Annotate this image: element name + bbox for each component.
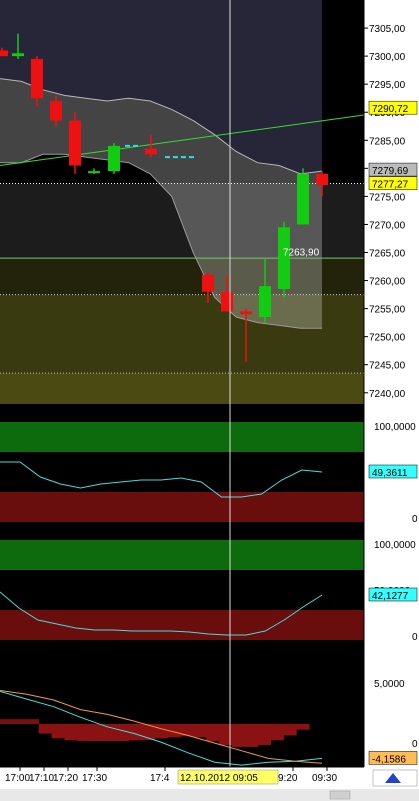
histogram-bar [206,723,220,742]
y-tick-label: 7295,00 [369,80,406,91]
horizontal-scrollbar[interactable] [0,789,419,801]
y-tick-label: 7285,00 [369,136,406,147]
sub-y-tick-label: 100,0000 [374,540,416,551]
price-tag-label: 7279,69 [372,166,409,177]
candle-body [240,311,252,315]
candle-body [108,145,120,172]
histogram-bar [51,723,65,739]
histogram-bar [38,723,53,734]
x-tick-label: 09:30 [312,773,337,784]
x-tick-label: 17:4 [150,773,170,784]
trading-chart: 7305,007300,007295,007290,007285,007280,… [0,0,419,801]
histogram-bar [296,723,310,730]
histogram-bar [90,723,104,742]
x-tick-label: 9:20 [278,773,298,784]
candle-body [145,148,157,155]
sub-y-tick-label: 100,0000 [374,422,416,433]
price-tag-label: 7290,72 [372,104,409,115]
histogram-bar [193,723,207,738]
y-tick-label: 7270,00 [369,220,406,231]
scroll-arrow-icon[interactable] [372,769,418,787]
histogram-bar [257,723,271,745]
sub-y-tick-label: 0 [412,632,418,643]
value-tag-label: 49,3611 [372,468,408,479]
candle-body [297,173,309,225]
y-tick-label: 7240,00 [369,389,406,400]
pane-separator [0,640,419,657]
sub-y-tick-label: 0 [412,739,418,750]
oversold-zone [0,492,364,522]
histogram-bar [154,723,168,739]
sub-y-tick-label: 5,0000 [374,679,405,690]
candle-body [31,58,43,99]
price-tag-label: 7277,27 [372,180,409,191]
histogram-bar [77,723,91,742]
price-label: 7263,90 [283,248,320,259]
value-tag-label: 42,1277 [372,591,409,602]
histogram-bar [283,723,297,736]
cursor-time-label: 12.10.2012 09:05 [180,773,258,784]
y-tick-label: 7245,00 [369,361,406,372]
histogram-bar [115,723,130,742]
histogram-bar [64,723,78,741]
scrollbar-track [0,789,419,801]
y-tick-label: 7255,00 [369,305,406,316]
candle-body [12,53,24,57]
sub-y-tick-label: 0 [412,514,418,525]
x-tick-label: 17:10 [29,773,54,784]
histogram-bar [103,723,117,742]
histogram-bar [12,719,27,724]
candle-body [202,274,214,292]
x-tick-label: 17:00 [5,773,30,784]
histogram-bar [25,719,40,724]
histogram-bar [0,719,14,724]
value-tag-label: -4,1586 [372,754,406,765]
candle-body [221,291,233,312]
candle-body [69,120,81,166]
y-tick-label: 7265,00 [369,249,406,260]
candle-body [316,173,328,186]
candle-body [259,286,271,318]
histogram-bar [231,723,246,747]
histogram-bar [128,723,143,741]
pane-separator [0,522,419,540]
candle-body [0,50,8,57]
y-tick-label: 7260,00 [369,277,406,288]
candle-body [88,171,100,174]
zone-band [0,373,364,404]
y-tick-label: 7300,00 [369,52,406,63]
x-tick-label: 17:20 [53,773,78,784]
candle-body [50,101,62,121]
y-tick-label: 7275,00 [369,192,406,203]
y-tick-label: 7305,00 [369,24,406,35]
pane-separator [0,404,419,422]
histogram-bar [244,723,259,747]
oversold-zone [0,610,364,640]
scrollbar-thumb [329,790,351,800]
histogram-bar [270,723,284,741]
x-tick-label: 17:30 [82,773,107,784]
overbought-zone [0,422,364,452]
overbought-zone [0,540,364,570]
y-tick-label: 7250,00 [369,333,406,344]
